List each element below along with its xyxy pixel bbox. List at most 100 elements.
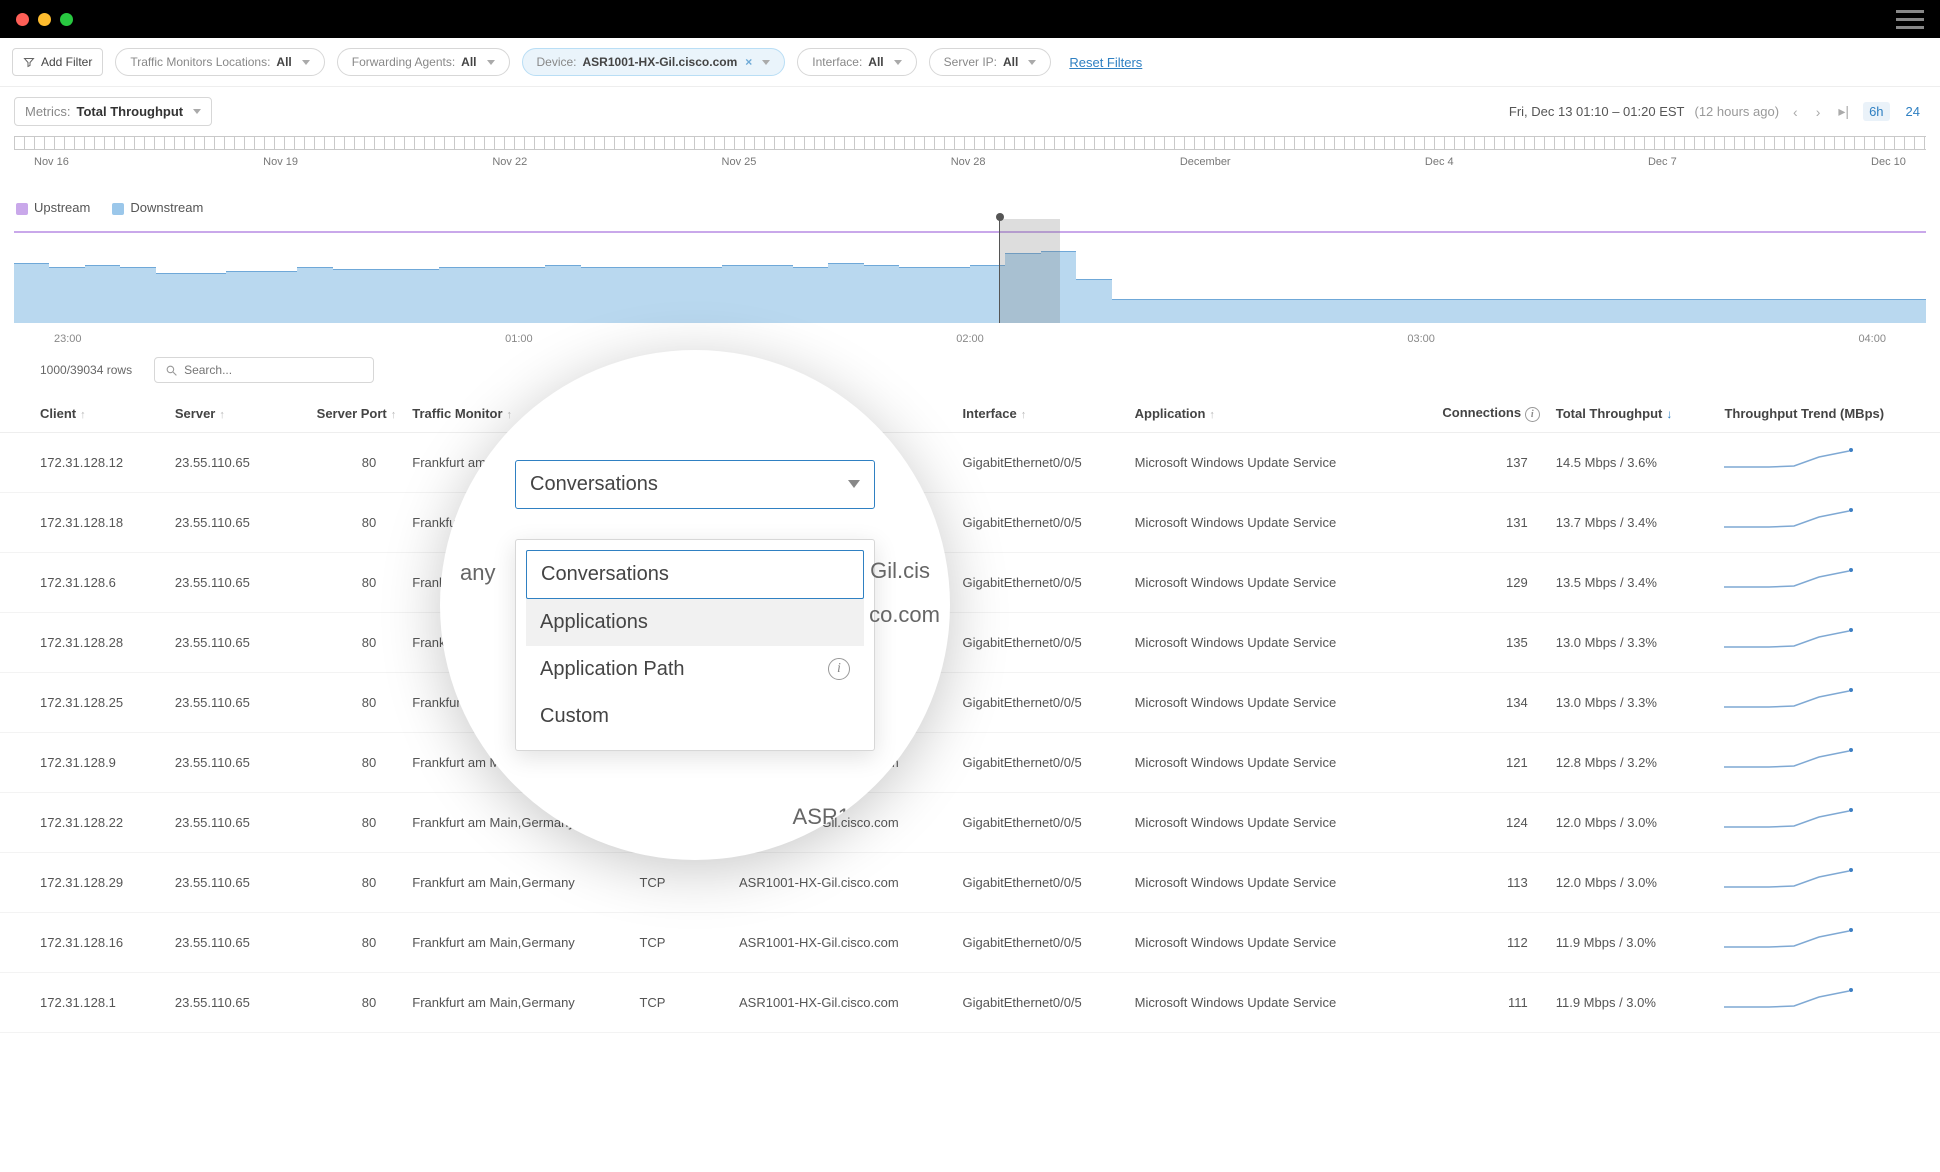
sparkline-icon	[1724, 567, 1854, 595]
chart-bar	[1430, 299, 1465, 323]
sort-icon: ↑	[80, 409, 86, 421]
chevron-down-icon	[487, 60, 495, 65]
chart-bar	[297, 267, 332, 323]
column-header[interactable]: Throughput Trend (MBps)	[1716, 395, 1940, 433]
info-icon[interactable]: i	[828, 658, 850, 680]
chart-bar	[864, 265, 899, 323]
main-menu-icon[interactable]	[1896, 10, 1924, 29]
table-row[interactable]: 172.31.128.2223.55.110.6580Frankfurt am …	[0, 793, 1940, 853]
sort-icon: ↑	[391, 409, 397, 421]
chart-bar	[1395, 299, 1430, 323]
column-header[interactable]: Server Port↑	[283, 395, 405, 433]
metric-selector[interactable]: Metrics: Total Throughput	[14, 97, 212, 126]
chart-bar	[1218, 299, 1253, 323]
dropdown-option-conversations[interactable]: Conversations	[526, 550, 864, 599]
dropdown-menu: Conversations Applications Application P…	[515, 539, 875, 751]
legend-upstream[interactable]: Upstream	[16, 200, 90, 215]
chart-bar	[722, 265, 757, 323]
info-icon[interactable]: i	[1525, 407, 1540, 422]
chevron-down-icon	[1028, 60, 1036, 65]
column-header[interactable]: Server↑	[167, 395, 283, 433]
remove-filter-icon[interactable]: ×	[745, 55, 752, 69]
timeline-labels: Nov 16Nov 19Nov 22Nov 25Nov 28DecemberDe…	[14, 156, 1926, 168]
chevron-down-icon	[193, 109, 201, 114]
timestamp-main: Fri, Dec 13 01:10 – 01:20 EST	[1509, 104, 1685, 119]
chart-bar	[1253, 299, 1288, 323]
overview-timeline[interactable]: Nov 16Nov 19Nov 22Nov 25Nov 28DecemberDe…	[14, 136, 1926, 190]
chart-bar	[1784, 299, 1819, 323]
chart-legend: Upstream Downstream	[0, 190, 1940, 225]
table-row[interactable]: 172.31.128.923.55.110.6580Frankfurt am M…	[0, 733, 1940, 793]
chart-bar	[1572, 299, 1607, 323]
time-prev-button[interactable]: ‹	[1789, 104, 1802, 120]
filter-chip-4[interactable]: Server IP: All	[929, 48, 1052, 76]
add-filter-label: Add Filter	[41, 55, 92, 69]
metrics-bar: Metrics: Total Throughput Fri, Dec 13 01…	[0, 87, 1940, 136]
table-row[interactable]: 172.31.128.2923.55.110.6580Frankfurt am …	[0, 853, 1940, 913]
dropdown-option-custom[interactable]: Custom	[526, 693, 864, 740]
chevron-down-icon	[848, 480, 860, 488]
bg-fragment: Gil.cis	[870, 558, 930, 584]
chart-bar	[1714, 299, 1749, 323]
chart-bar	[403, 269, 438, 323]
add-filter-button[interactable]: Add Filter	[12, 48, 103, 76]
table-row[interactable]: 172.31.128.1823.55.110.6580Frankfurt am …	[0, 493, 1940, 553]
chart-bar	[226, 271, 261, 323]
sparkline-icon	[1724, 507, 1854, 535]
conversations-table: Client↑Server↑Server Port↑Traffic Monito…	[0, 395, 1940, 1033]
filter-chip-3[interactable]: Interface: All	[797, 48, 916, 76]
chart-bar	[1112, 299, 1147, 323]
reset-filters-link[interactable]: Reset Filters	[1069, 55, 1142, 70]
chart-bar	[156, 273, 191, 323]
chart-bar	[616, 267, 651, 323]
table-row[interactable]: 172.31.128.623.55.110.6580Frankfurt am M…	[0, 553, 1940, 613]
table-row[interactable]: 172.31.128.2523.55.110.6580Frankfurt am …	[0, 673, 1940, 733]
chart-bar	[85, 265, 120, 323]
minimize-window-icon[interactable]	[38, 13, 51, 26]
filter-chip-0[interactable]: Traffic Monitors Locations: All	[115, 48, 324, 76]
close-window-icon[interactable]	[16, 13, 29, 26]
filter-icon	[23, 56, 35, 68]
sparkline-icon	[1724, 867, 1854, 895]
chart-bar	[758, 265, 793, 323]
row-count-label: 1000/39034 rows	[40, 363, 132, 377]
column-header[interactable]: Client↑	[0, 395, 167, 433]
table-body: 172.31.128.1223.55.110.6580Frankfurt am …	[0, 433, 1940, 1033]
filter-chip-2[interactable]: Device: ASR1001-HX-Gil.cisco.com×	[522, 48, 786, 76]
column-header[interactable]: Total Throughput↓	[1548, 395, 1717, 433]
time-selection-handle[interactable]	[999, 219, 1060, 323]
table-row[interactable]: 172.31.128.2823.55.110.6580Frankfurt am …	[0, 613, 1940, 673]
range-preset-6h[interactable]: 6h	[1863, 102, 1889, 121]
chart-bar	[439, 267, 474, 323]
chart-bar	[1855, 299, 1890, 323]
range-preset-24[interactable]: 24	[1900, 102, 1926, 121]
column-header[interactable]: Connections i	[1403, 395, 1547, 433]
chart-bar	[191, 273, 226, 323]
column-header[interactable]: Interface↑	[955, 395, 1127, 433]
window-controls	[16, 13, 73, 26]
column-header[interactable]: Application↑	[1127, 395, 1404, 433]
filter-chip-1[interactable]: Forwarding Agents: All	[337, 48, 510, 76]
view-mode-dropdown[interactable]: Conversations	[515, 460, 875, 509]
chart-bar	[1643, 299, 1678, 323]
sparkline-icon	[1724, 687, 1854, 715]
dropdown-option-applications[interactable]: Applications	[526, 599, 864, 646]
maximize-window-icon[interactable]	[60, 13, 73, 26]
table-row[interactable]: 172.31.128.1623.55.110.6580Frankfurt am …	[0, 913, 1940, 973]
table-row[interactable]: 172.31.128.123.55.110.6580Frankfurt am M…	[0, 973, 1940, 1033]
upstream-swatch-icon	[16, 203, 28, 215]
timeline-ruler	[14, 136, 1926, 150]
dropdown-option-application-path[interactable]: Application Pathi	[526, 646, 864, 693]
table-row[interactable]: 172.31.128.1223.55.110.6580Frankfurt am …	[0, 433, 1940, 493]
time-latest-button[interactable]: ▸|	[1834, 103, 1853, 120]
time-next-button[interactable]: ›	[1812, 104, 1825, 120]
bg-fragment: ASR1	[793, 804, 850, 830]
chart-bar	[1678, 299, 1713, 323]
search-input[interactable]	[184, 363, 363, 377]
chart-bar	[120, 267, 155, 323]
chart-bar	[1076, 279, 1111, 323]
chart-bar	[262, 271, 297, 323]
throughput-chart[interactable]: 23:0001:0002:0003:0004:00	[14, 225, 1926, 345]
legend-downstream[interactable]: Downstream	[112, 200, 203, 215]
table-search[interactable]	[154, 357, 374, 383]
